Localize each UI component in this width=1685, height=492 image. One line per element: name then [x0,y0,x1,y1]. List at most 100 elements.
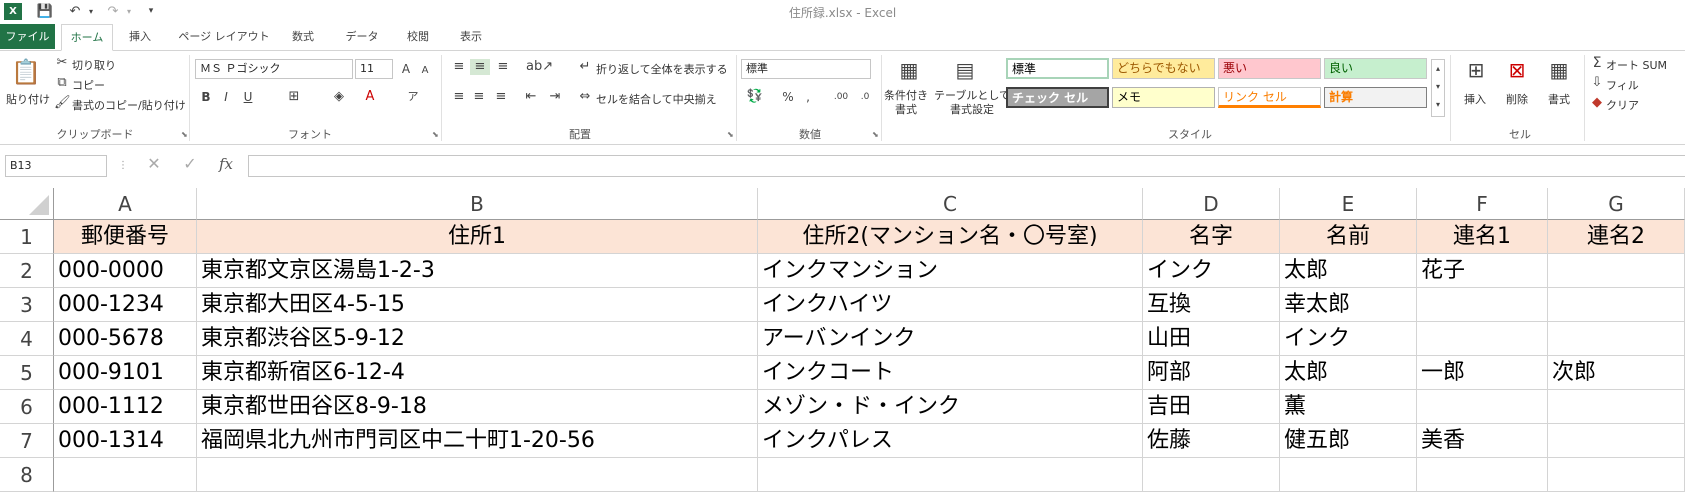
wrap-text-button[interactable]: 折り返して全体を表示する [596,61,728,77]
accounting-format-icon[interactable]: 💱 [744,89,766,105]
cell-c6[interactable]: メゾン・ド・インク [758,390,1143,424]
cell-g5[interactable]: 次郎 [1548,356,1685,390]
row-header-1[interactable]: 1 [0,220,54,254]
name-box[interactable]: B13 [5,155,107,177]
cell-a2[interactable]: 000-0000 [54,254,197,288]
fill-icon[interactable]: ⇩ [1590,75,1604,91]
percent-icon[interactable]: % [780,89,796,105]
cell-f7[interactable]: 美香 [1417,424,1548,458]
format-cells-icon[interactable]: ▦ [1545,57,1573,83]
font-launcher-icon[interactable]: ⬊ [432,130,439,139]
clipboard-launcher-icon[interactable]: ⬊ [181,130,188,139]
cell-d2[interactable]: インク [1143,254,1280,288]
tab-insert[interactable]: 挿入 [120,24,160,49]
cell-a8[interactable] [54,458,197,492]
increase-decimal-icon[interactable]: .00 [830,89,852,105]
delete-cells-button[interactable]: 削除 [1506,91,1528,107]
autosum-button[interactable]: オート SUM [1606,57,1667,73]
bold-icon[interactable]: B [198,89,214,105]
cell-b2[interactable]: 東京都文京区湯島1-2-3 [197,254,758,288]
cell-e3[interactable]: 幸太郎 [1280,288,1417,322]
paste-icon[interactable]: 📋 [10,57,42,87]
style-good[interactable]: 良い [1324,58,1427,79]
cell-e5[interactable]: 太郎 [1280,356,1417,390]
tab-formulas[interactable]: 数式 [283,24,323,49]
row-header-5[interactable]: 5 [0,356,54,390]
cancel-icon[interactable]: ✕ [144,156,164,172]
cut-button[interactable]: 切り取り [72,57,116,73]
cell-c4[interactable]: アーバンインク [758,322,1143,356]
select-all-button[interactable] [0,188,54,220]
cell-g4[interactable] [1548,322,1685,356]
cell-g6[interactable] [1548,390,1685,424]
cell-a4[interactable]: 000-5678 [54,322,197,356]
tab-data[interactable]: データ [340,24,384,49]
column-header-f[interactable]: F [1417,188,1548,220]
number-format-select[interactable]: 標準 [741,59,871,79]
cell-b4[interactable]: 東京都渋谷区5-9-12 [197,322,758,356]
clear-icon[interactable]: ◆ [1590,95,1604,111]
cell-b7[interactable]: 福岡県北九州市門司区中二十町1-20-56 [197,424,758,458]
style-normal[interactable]: 標準 [1006,58,1109,79]
autosum-icon[interactable]: Σ [1590,55,1604,71]
align-left-icon[interactable]: ≡ [450,89,468,105]
font-name-select[interactable]: ＭＳ Ｐゴシック [195,59,353,79]
conditional-formatting-icon[interactable]: ▦ [894,55,924,85]
insert-function-icon[interactable]: fx [214,156,238,172]
cell-d4[interactable]: 山田 [1143,322,1280,356]
font-color-icon[interactable]: A [362,89,378,105]
cell-f5[interactable]: 一郎 [1417,356,1548,390]
tab-review[interactable]: 校閲 [398,24,438,49]
phonetic-icon[interactable]: ア [405,89,421,105]
align-bottom-icon[interactable]: ≡ [494,59,512,75]
column-header-b[interactable]: B [197,188,758,220]
insert-cells-button[interactable]: 挿入 [1464,91,1486,107]
format-painter-icon[interactable]: 🖌 [54,95,71,111]
copy-icon[interactable]: ⧉ [54,75,70,91]
style-bad[interactable]: 悪い [1218,58,1321,79]
copy-button[interactable]: コピー [72,77,105,93]
cell-e1[interactable]: 名前 [1280,220,1417,254]
style-calculation[interactable]: 計算 [1324,87,1427,108]
tab-page-layout[interactable]: ページ レイアウト [178,24,270,49]
format-painter-button[interactable]: 書式のコピー/貼り付け [72,97,186,113]
clear-button[interactable]: クリア [1606,97,1639,113]
cell-d3[interactable]: 互換 [1143,288,1280,322]
cell-f8[interactable] [1417,458,1548,492]
column-header-a[interactable]: A [54,188,197,220]
conditional-formatting-button[interactable]: 条件付き 書式 [884,89,928,117]
orientation-icon[interactable]: ab↗ [526,59,553,75]
cell-b8[interactable] [197,458,758,492]
cell-f3[interactable] [1417,288,1548,322]
format-cells-button[interactable]: 書式 [1548,91,1570,107]
align-middle-icon[interactable]: ≡ [470,59,490,75]
insert-cells-icon[interactable]: ⊞ [1462,57,1490,83]
cell-e2[interactable]: 太郎 [1280,254,1417,288]
decrease-indent-icon[interactable]: ⇤ [522,89,540,105]
cell-d1[interactable]: 名字 [1143,220,1280,254]
row-header-2[interactable]: 2 [0,254,54,288]
cell-e4[interactable]: インク [1280,322,1417,356]
cell-d6[interactable]: 吉田 [1143,390,1280,424]
align-center-icon[interactable]: ≡ [470,89,488,105]
decrease-decimal-icon[interactable]: .0 [854,89,876,105]
font-size-select[interactable]: 11 [355,59,393,79]
borders-icon[interactable]: ⊞ [286,89,302,105]
column-header-d[interactable]: D [1143,188,1280,220]
italic-icon[interactable]: I [218,89,234,105]
style-neutral[interactable]: どちらでもない [1112,58,1215,79]
cell-g1[interactable]: 連名2 [1548,220,1685,254]
format-as-table-button[interactable]: テーブルとして 書式設定 [934,89,1010,117]
row-header-8[interactable]: 8 [0,458,54,492]
increase-indent-icon[interactable]: ⇥ [546,89,564,105]
cell-b6[interactable]: 東京都世田谷区8-9-18 [197,390,758,424]
merge-center-button[interactable]: セルを結合して中央揃え [596,91,717,107]
fill-color-icon[interactable]: ◈ [330,89,348,105]
merge-center-icon[interactable]: ⇔ [576,89,594,105]
formula-input[interactable] [248,155,1685,177]
styles-scroll-icon[interactable]: ▴ ▾ ▾ [1431,59,1445,117]
cell-f1[interactable]: 連名1 [1417,220,1548,254]
cell-f2[interactable]: 花子 [1417,254,1548,288]
underline-icon[interactable]: U [240,89,256,105]
cell-g2[interactable] [1548,254,1685,288]
